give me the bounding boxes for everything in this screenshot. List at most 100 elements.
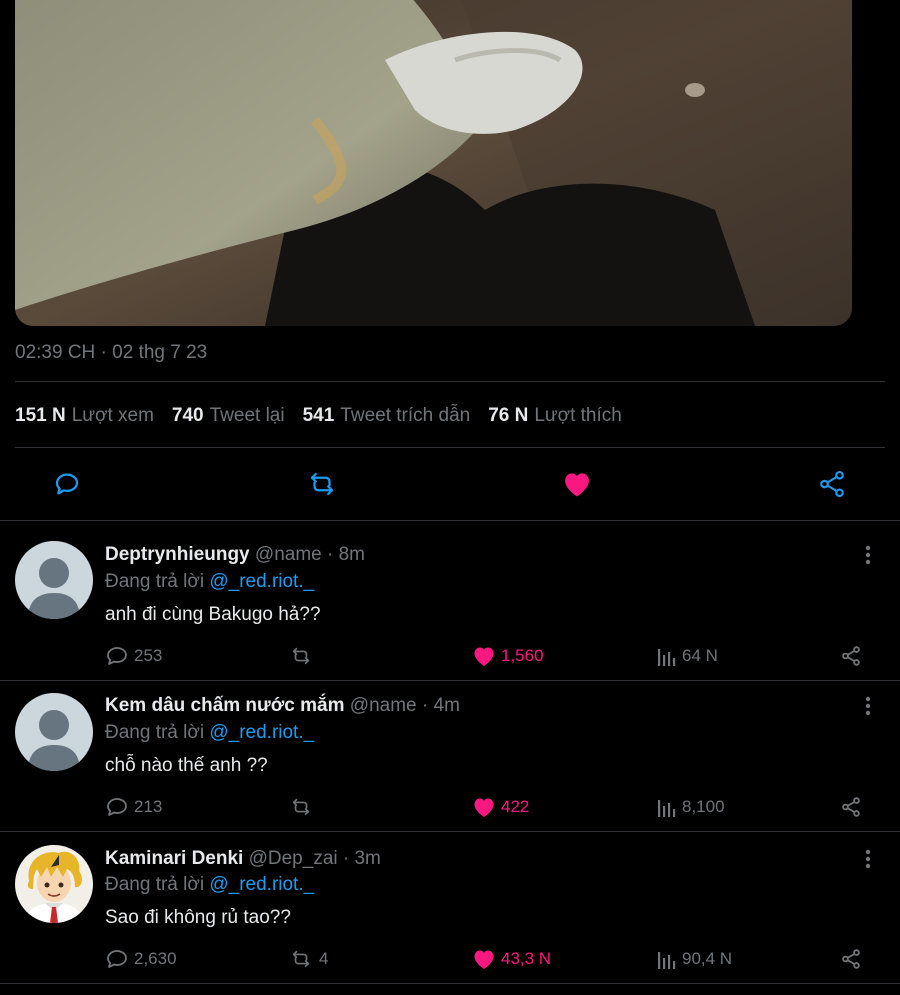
replying-to-mention[interactable]: @_red.riot._: [209, 722, 314, 743]
reply-header: Kem dâu chấm nước mắm @name · 4m: [105, 695, 460, 717]
stat-likes-label: Lượt thích: [534, 405, 622, 426]
reply-icon: [107, 950, 127, 968]
reply-views-button[interactable]: 8,100: [657, 794, 725, 820]
reply-item[interactable]: Kaminari Denki @Dep_zai · 3m Đang trả lờ…: [0, 831, 900, 983]
reply-item[interactable]: Deptrynhieungy @name · 8m Đang trả lời @…: [0, 520, 900, 680]
tweet-timestamp[interactable]: 02:39 CH · 02 thg 7 23: [15, 342, 207, 364]
stat-likes-value: 76 N: [488, 405, 529, 426]
stat-quotes-value: 541: [302, 405, 335, 426]
like-count: 422: [501, 797, 530, 816]
stat-retweets[interactable]: 740 Tweet lại: [172, 405, 285, 427]
more-vertical-icon: [865, 696, 871, 716]
default-avatar-icon: [15, 541, 93, 619]
like-count: 43,3 N: [501, 949, 552, 968]
reply-like-button[interactable]: 1,560: [472, 643, 544, 669]
reply-action-bar: 213 422 8,100: [0, 794, 900, 820]
anime-character-avatar-icon: [15, 845, 93, 923]
avatar[interactable]: [15, 693, 93, 771]
stat-views[interactable]: 151 N Lượt xem: [15, 405, 154, 427]
divider: [0, 983, 900, 984]
reply-header: Deptrynhieungy @name · 8m: [105, 544, 365, 566]
replying-to-prefix: Đang trả lời: [105, 874, 210, 895]
reply-reply-button[interactable]: 213: [105, 794, 162, 820]
default-avatar-icon: [15, 693, 93, 771]
replying-to: Đang trả lời @_red.riot._: [105, 571, 314, 593]
heart-filled-icon: [474, 950, 494, 969]
divider: [15, 381, 885, 382]
replying-to-mention[interactable]: @_red.riot._: [209, 874, 314, 895]
stat-likes[interactable]: 76 N Lượt thích: [488, 405, 622, 427]
heart-filled-icon: [565, 473, 589, 497]
stat-quotes-label: Tweet trích dẫn: [340, 405, 471, 426]
retweet-icon: [310, 472, 334, 496]
reply-icon: [55, 473, 79, 495]
reply-count: 253: [134, 646, 163, 665]
share-icon: [842, 646, 860, 666]
reply-reply-button[interactable]: 2,630: [105, 946, 177, 972]
reply-share-button[interactable]: [840, 946, 867, 972]
reply-share-button[interactable]: [840, 794, 867, 820]
reply-author-name[interactable]: Kaminari Denki: [105, 848, 243, 869]
view-count: 64 N: [682, 646, 718, 665]
reply-like-button[interactable]: 43,3 N: [472, 946, 551, 972]
like-button[interactable]: [559, 466, 595, 502]
more-vertical-icon: [865, 849, 871, 869]
more-options-button[interactable]: [858, 694, 878, 718]
more-vertical-icon: [865, 545, 871, 565]
replying-to-mention[interactable]: @_red.riot._: [209, 571, 314, 592]
reply-share-button[interactable]: [840, 643, 867, 669]
retweet-icon: [292, 647, 310, 665]
tweet-media-image[interactable]: [15, 0, 852, 326]
reply-count: 213: [134, 797, 163, 816]
stat-quotes[interactable]: 541 Tweet trích dẫn: [303, 405, 471, 427]
reply-action-bar: 2,630 4 43,3 N 90,4 N: [0, 946, 900, 972]
share-button[interactable]: [814, 466, 850, 502]
reply-reply-button[interactable]: 253: [105, 643, 162, 669]
view-count: 8,100: [682, 797, 725, 816]
replying-to: Đang trả lời @_red.riot._: [105, 722, 314, 744]
reply-header: Kaminari Denki @Dep_zai · 3m: [105, 848, 381, 870]
replying-to-prefix: Đang trả lời: [105, 571, 210, 592]
reply-text: chỗ nào thế anh ??: [105, 755, 268, 776]
divider: [15, 447, 885, 448]
share-icon: [820, 470, 844, 498]
reply-author-name[interactable]: Kem dâu chấm nước mắm: [105, 695, 345, 716]
replying-to-prefix: Đang trả lời: [105, 722, 210, 743]
reply-views-button[interactable]: 90,4 N: [657, 946, 732, 972]
reply-retweet-button[interactable]: [288, 643, 319, 669]
more-options-button[interactable]: [858, 847, 878, 871]
retweet-count: 4: [319, 949, 329, 968]
stat-views-value: 151 N: [15, 405, 66, 426]
reply-icon: [107, 647, 127, 665]
reply-item[interactable]: Kem dâu chấm nước mắm @name · 4m Đang tr…: [0, 680, 900, 831]
share-icon: [842, 949, 860, 969]
retweet-icon: [292, 798, 310, 816]
analytics-icon: [658, 800, 676, 817]
reply-count: 2,630: [134, 949, 177, 968]
avatar[interactable]: [15, 541, 93, 619]
like-count: 1,560: [501, 646, 544, 665]
share-icon: [842, 797, 860, 817]
avatar[interactable]: [15, 845, 93, 923]
reply-like-button[interactable]: 422: [472, 794, 529, 820]
reply-handle[interactable]: @name · 4m: [350, 695, 460, 716]
reply-handle[interactable]: @name · 8m: [255, 544, 365, 565]
reply-author-name[interactable]: Deptrynhieungy: [105, 544, 250, 565]
analytics-icon: [658, 952, 676, 969]
reply-retweet-button[interactable]: [288, 794, 319, 820]
heart-filled-icon: [474, 798, 494, 817]
reply-button[interactable]: [49, 466, 85, 502]
stat-retweets-label: Tweet lại: [209, 405, 285, 426]
retweet-icon: [292, 950, 310, 968]
reply-text: Sao đi không rủ tao??: [105, 907, 291, 928]
tweet-stats: 151 N Lượt xem 740 Tweet lại 541 Tweet tríc…: [15, 405, 640, 427]
reply-text: anh đi cùng Bakugo hả??: [105, 604, 321, 625]
retweet-button[interactable]: [304, 466, 340, 502]
reply-retweet-button[interactable]: 4: [288, 946, 328, 972]
reply-views-button[interactable]: 64 N: [657, 643, 718, 669]
view-count: 90,4 N: [682, 949, 733, 968]
more-options-button[interactable]: [858, 543, 878, 567]
reply-icon: [107, 798, 127, 816]
reply-handle[interactable]: @Dep_zai · 3m: [249, 848, 381, 869]
heart-filled-icon: [474, 647, 494, 666]
